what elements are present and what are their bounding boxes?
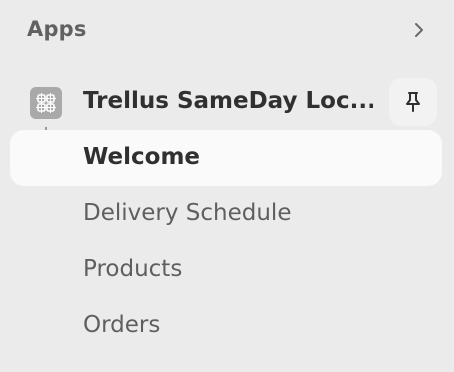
pin-icon bbox=[406, 92, 420, 112]
nav-item-label: Delivery Schedule bbox=[83, 200, 292, 226]
apps-title: Apps bbox=[27, 17, 87, 41]
nav-item-products[interactable]: Products bbox=[0, 242, 454, 298]
nav-item-label: Orders bbox=[83, 312, 161, 338]
chevron-right-icon[interactable] bbox=[410, 21, 428, 39]
nav-item-orders[interactable]: Orders bbox=[0, 298, 454, 354]
pin-button[interactable] bbox=[389, 78, 437, 126]
nav-item-welcome[interactable]: Welcome bbox=[0, 130, 454, 186]
app-name: Trellus SameDay Loc... bbox=[83, 88, 373, 114]
app-grid-icon bbox=[30, 87, 62, 119]
nav-item-label: Products bbox=[83, 256, 183, 282]
nav-item-delivery-schedule[interactable]: Delivery Schedule bbox=[0, 186, 454, 242]
nav-item-label: Welcome bbox=[83, 144, 201, 170]
app-row[interactable]: Trellus SameDay Loc... bbox=[0, 76, 454, 128]
nav-item-active-bg bbox=[10, 130, 442, 186]
apps-header[interactable]: Apps bbox=[0, 0, 454, 62]
